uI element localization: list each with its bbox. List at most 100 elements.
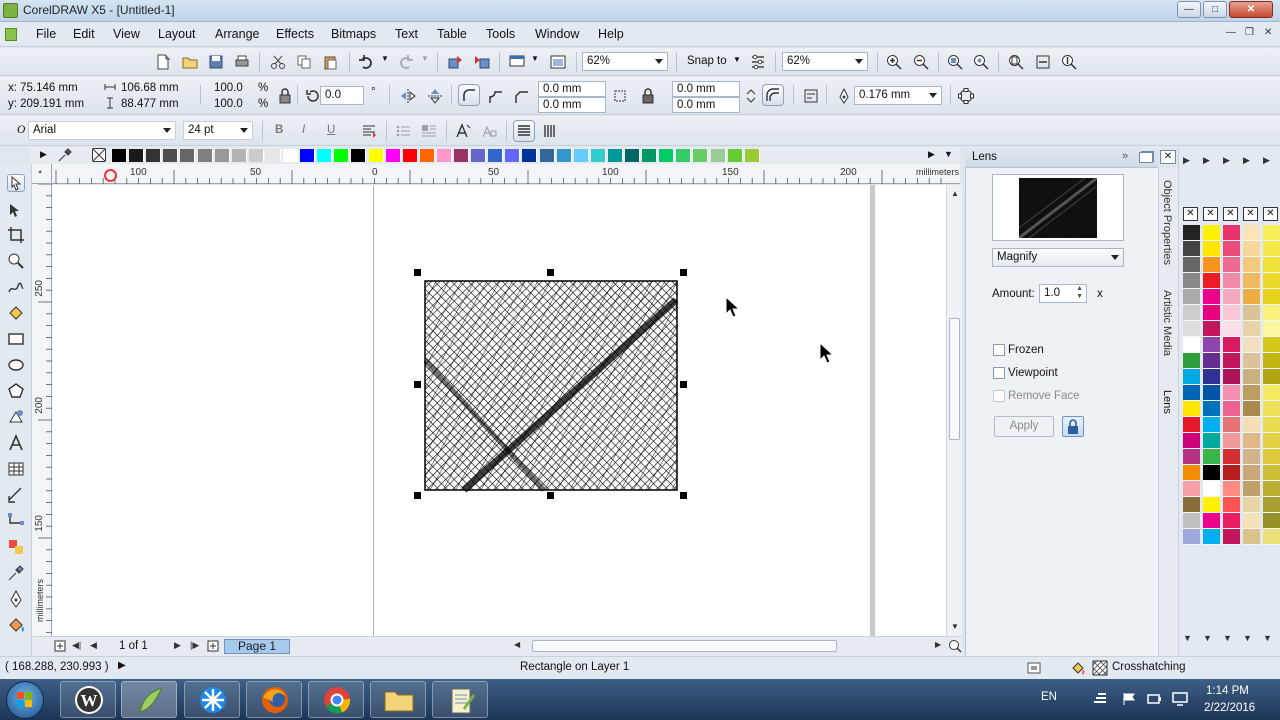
palette-swatch[interactable] bbox=[1203, 417, 1220, 433]
palette-swatch[interactable] bbox=[1263, 273, 1280, 289]
frozen-checkbox[interactable] bbox=[993, 344, 1005, 356]
eyedropper-tool-icon[interactable] bbox=[7, 564, 25, 582]
palette-swatch[interactable] bbox=[1243, 369, 1260, 385]
palette-swatch[interactable] bbox=[659, 149, 675, 162]
palette-swatch[interactable] bbox=[1263, 225, 1280, 241]
palette-swatch[interactable] bbox=[1183, 321, 1200, 337]
palette-swatch[interactable] bbox=[1243, 497, 1260, 513]
palette-swatch[interactable] bbox=[351, 149, 367, 162]
y-position-field[interactable]: y: 209.191 mm bbox=[8, 98, 84, 110]
rotation-angle-field[interactable]: 0.0 bbox=[320, 86, 364, 105]
palette-swatch[interactable] bbox=[1203, 321, 1220, 337]
vertical-scroll-thumb[interactable] bbox=[949, 318, 960, 440]
palette-swatch[interactable] bbox=[1243, 385, 1260, 401]
palette-swatch[interactable] bbox=[1183, 289, 1200, 305]
minimize-button[interactable]: — bbox=[1177, 1, 1201, 18]
bold-icon[interactable]: B bbox=[275, 124, 283, 136]
palette-swatch[interactable] bbox=[693, 149, 709, 162]
document-icon[interactable] bbox=[5, 28, 17, 41]
import-icon[interactable] bbox=[448, 54, 464, 70]
zoom-tool-icon[interactable] bbox=[7, 252, 25, 270]
palette-swatch[interactable] bbox=[1223, 273, 1240, 289]
palette-swatch[interactable] bbox=[1243, 337, 1260, 353]
snap-to-caret-icon[interactable]: ▼ bbox=[733, 55, 741, 64]
prev-page-icon[interactable]: ◀ bbox=[90, 640, 97, 651]
palette-swatch[interactable] bbox=[1183, 497, 1200, 513]
docker-expand-icon[interactable]: » bbox=[1122, 150, 1128, 162]
palette-swatch[interactable] bbox=[1223, 321, 1240, 337]
palette-swatch[interactable] bbox=[1183, 481, 1200, 497]
selection-handle[interactable] bbox=[680, 381, 687, 388]
doc-close-button[interactable]: ✕ bbox=[1264, 27, 1272, 38]
zoom-to-page-width-icon[interactable] bbox=[1035, 54, 1051, 70]
no-color-swatch-icon[interactable]: ✕ bbox=[1263, 207, 1278, 221]
zoom-to-page-height-icon[interactable] bbox=[1061, 54, 1077, 70]
palette-swatch[interactable] bbox=[1263, 513, 1280, 529]
palette-swatch[interactable] bbox=[283, 149, 298, 162]
palette-swatch[interactable] bbox=[676, 149, 692, 162]
palette-swatch[interactable] bbox=[1223, 241, 1240, 257]
convert-to-curves-icon[interactable] bbox=[958, 88, 974, 104]
palette-swatch[interactable] bbox=[214, 149, 230, 162]
palette-swatch[interactable] bbox=[1243, 305, 1260, 321]
font-list-select[interactable]: Arial bbox=[28, 121, 176, 140]
next-page-icon[interactable]: ▶ bbox=[174, 640, 181, 651]
palette-swatch[interactable] bbox=[1243, 417, 1260, 433]
drop-cap-icon[interactable] bbox=[421, 123, 437, 139]
scroll-left-icon[interactable]: ◀ bbox=[514, 640, 520, 649]
copy-icon[interactable] bbox=[296, 54, 312, 70]
palette-swatch[interactable] bbox=[1183, 241, 1200, 257]
viewpoint-checkbox[interactable] bbox=[993, 367, 1005, 379]
palette-scroll-right-icon[interactable]: ▶ bbox=[928, 149, 935, 160]
palette-swatch[interactable] bbox=[1203, 241, 1220, 257]
palette-swatch[interactable] bbox=[1183, 433, 1200, 449]
palette-swatch[interactable] bbox=[1203, 385, 1220, 401]
menu-help[interactable]: Help bbox=[598, 27, 624, 41]
palette-swatch[interactable] bbox=[1203, 481, 1220, 497]
palette-swatch[interactable] bbox=[1263, 241, 1280, 257]
palette-swatch[interactable] bbox=[1243, 241, 1260, 257]
menu-bitmaps[interactable]: Bitmaps bbox=[331, 27, 376, 41]
navigator-zoom-icon[interactable] bbox=[948, 639, 962, 653]
palette-swatch[interactable] bbox=[1223, 417, 1240, 433]
corner-spinner-icon[interactable] bbox=[743, 88, 759, 104]
menu-window[interactable]: Window bbox=[535, 27, 579, 41]
eyedropper-icon[interactable] bbox=[57, 147, 73, 163]
palette-swatch[interactable] bbox=[1183, 385, 1200, 401]
docker-close-button[interactable]: ✕ bbox=[1160, 150, 1176, 164]
outline-pen-tool-icon[interactable] bbox=[7, 590, 25, 608]
palette-swatch[interactable] bbox=[1223, 337, 1240, 353]
table-tool-icon[interactable] bbox=[7, 460, 25, 478]
palette-swatch[interactable] bbox=[1223, 305, 1240, 321]
palette-swatch[interactable] bbox=[1243, 289, 1260, 305]
taskbar-explorer[interactable] bbox=[370, 681, 426, 718]
tray-icon-network[interactable] bbox=[1092, 692, 1108, 706]
doc-restore-button[interactable]: ❐ bbox=[1245, 27, 1254, 38]
zoom-in-icon[interactable] bbox=[886, 54, 902, 70]
palette-swatch[interactable] bbox=[180, 149, 196, 162]
undo-icon[interactable] bbox=[358, 54, 374, 70]
palette-swatch[interactable] bbox=[1263, 289, 1280, 305]
wrap-text-icon[interactable] bbox=[803, 88, 819, 104]
palette-swatch[interactable] bbox=[727, 149, 743, 162]
text-alignment-icon[interactable] bbox=[361, 123, 377, 139]
palette-swatch[interactable] bbox=[1223, 497, 1240, 513]
last-page-icon[interactable]: |▶ bbox=[190, 640, 199, 651]
palette-swatch[interactable] bbox=[1203, 529, 1220, 545]
palette-swatch[interactable] bbox=[590, 149, 606, 162]
save-icon[interactable] bbox=[208, 54, 224, 70]
palette-flyout-icon[interactable]: ▼ bbox=[944, 149, 953, 159]
palette-swatch[interactable] bbox=[1183, 465, 1200, 481]
palette-swatch[interactable] bbox=[573, 149, 589, 162]
palette-swatch[interactable] bbox=[1263, 369, 1280, 385]
palette-swatch[interactable] bbox=[1203, 353, 1220, 369]
tray-icon-display[interactable] bbox=[1172, 692, 1188, 706]
palette-swatch[interactable] bbox=[1183, 529, 1200, 545]
palette-swatch[interactable] bbox=[1263, 305, 1280, 321]
palette-swatch[interactable] bbox=[1223, 353, 1240, 369]
doc-minimize-button[interactable]: — bbox=[1226, 27, 1236, 38]
first-page-icon[interactable]: ◀| bbox=[72, 640, 81, 651]
palette-swatch[interactable] bbox=[1243, 321, 1260, 337]
palette-swatch[interactable] bbox=[1203, 497, 1220, 513]
language-indicator[interactable]: EN bbox=[1041, 691, 1057, 703]
